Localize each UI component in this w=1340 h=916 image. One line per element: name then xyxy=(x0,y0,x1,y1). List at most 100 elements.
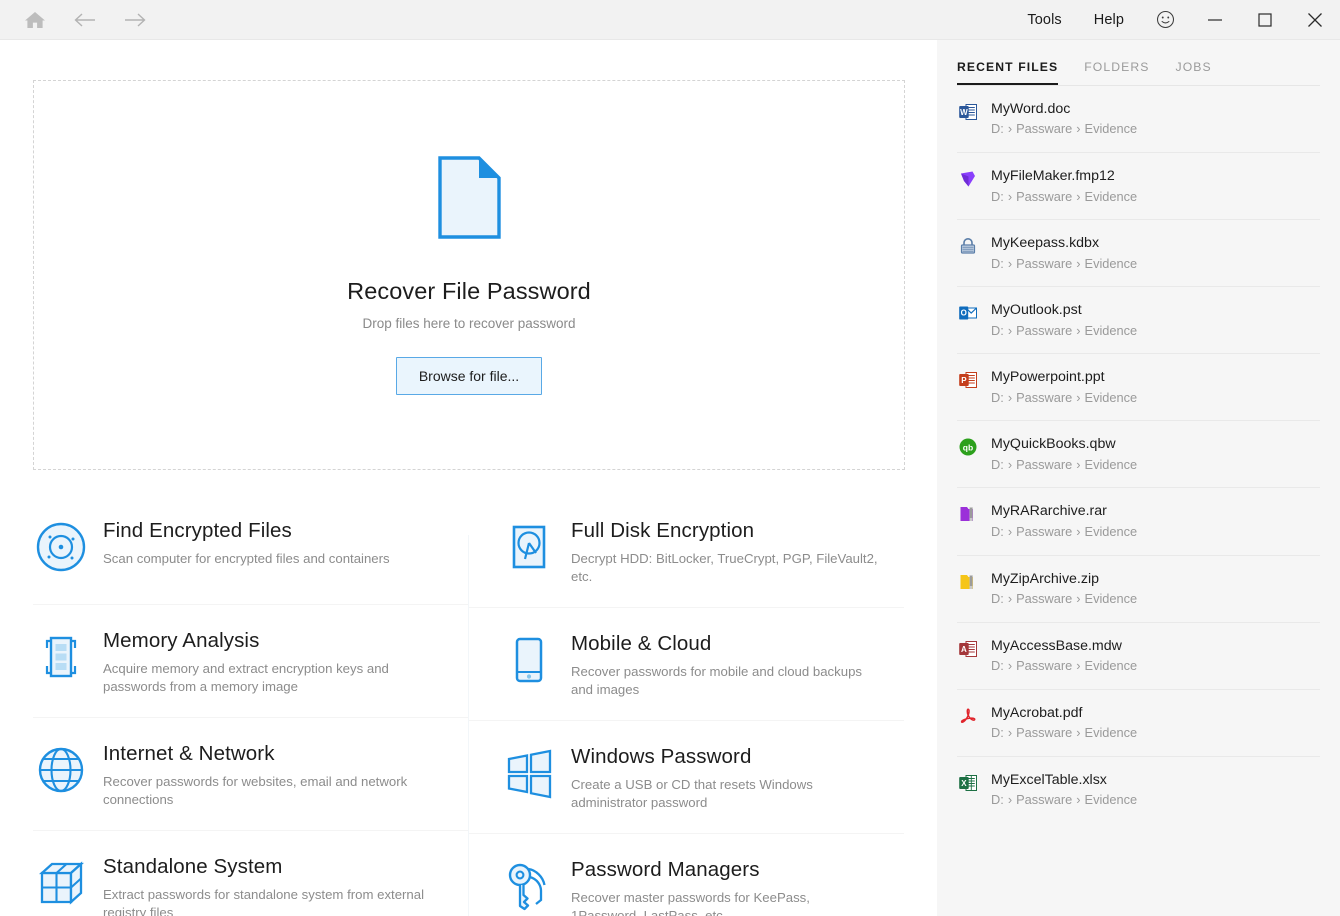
path-segment-1: Passware xyxy=(1016,121,1072,136)
zip-archive-icon xyxy=(957,571,979,593)
path-separator: › xyxy=(1072,457,1084,472)
tab-recent-files[interactable]: Recent Files xyxy=(957,60,1058,85)
path-separator: › xyxy=(1004,121,1016,136)
file-path: D:›Passware›Evidence xyxy=(991,524,1137,541)
right-sidebar: Recent Files Folders Jobs W xyxy=(937,40,1340,916)
tile-mobile-and-cloud[interactable]: Mobile & Cloud Recover passwords for mob… xyxy=(469,608,904,721)
recent-files-list: W MyWord.doc D:›Passware›Evidence xyxy=(937,86,1340,916)
drop-zone-subtitle: Drop files here to recover password xyxy=(362,316,575,331)
path-separator: › xyxy=(1072,256,1084,271)
tile-find-encrypted-files[interactable]: Find Encrypted Files Scan computer for e… xyxy=(33,495,468,605)
home-icon[interactable] xyxy=(22,7,48,33)
list-item[interactable]: MyFileMaker.fmp12 D:›Passware›Evidence xyxy=(957,153,1320,220)
close-icon[interactable] xyxy=(1290,0,1340,40)
file-meta: MyWord.doc D:›Passware›Evidence xyxy=(991,100,1137,138)
tile-description: Decrypt HDD: BitLocker, TrueCrypt, PGP, … xyxy=(571,550,880,587)
tile-title: Internet & Network xyxy=(103,742,433,766)
tab-folders[interactable]: Folders xyxy=(1084,60,1149,85)
path-separator: › xyxy=(1072,792,1084,807)
list-item[interactable]: W MyWord.doc D:›Passware›Evidence xyxy=(957,86,1320,153)
tab-jobs[interactable]: Jobs xyxy=(1176,60,1212,85)
path-separator: › xyxy=(1004,323,1016,338)
globe-icon xyxy=(33,742,89,798)
path-separator: › xyxy=(1072,323,1084,338)
access-file-icon: A xyxy=(957,638,979,660)
svg-text:qb: qb xyxy=(963,443,973,453)
filemaker-file-icon xyxy=(957,168,979,190)
path-drive: D: xyxy=(991,323,1004,338)
list-item[interactable]: O MyOutlook.pst D:›Passware›Evidence xyxy=(957,287,1320,354)
list-item[interactable]: P MyPowerpoint.ppt D:›Passware›Evidence xyxy=(957,354,1320,421)
file-name: MyZipArchive.zip xyxy=(991,570,1137,588)
file-name: MyWord.doc xyxy=(991,100,1137,118)
tile-internet-and-network[interactable]: Internet & Network Recover passwords for… xyxy=(33,718,468,831)
navigation-group xyxy=(0,7,148,33)
acrobat-file-icon xyxy=(957,705,979,727)
file-name: MyKeepass.kdbx xyxy=(991,234,1137,252)
window-body: Recover File Password Drop files here to… xyxy=(0,40,1340,916)
tile-title: Windows Password xyxy=(571,745,880,769)
path-segment-1: Passware xyxy=(1016,725,1072,740)
mobile-phone-icon xyxy=(501,632,557,688)
file-name: MyAccessBase.mdw xyxy=(991,637,1137,655)
file-meta: MyOutlook.pst D:›Passware›Evidence xyxy=(991,301,1137,339)
arrow-left-icon[interactable] xyxy=(72,7,98,33)
list-item[interactable]: MyAcrobat.pdf D:›Passware›Evidence xyxy=(957,690,1320,757)
path-segment-2: Evidence xyxy=(1085,725,1138,740)
list-item[interactable]: MyZipArchive.zip D:›Passware›Evidence xyxy=(957,556,1320,623)
path-separator: › xyxy=(1004,792,1016,807)
file-name: MyOutlook.pst xyxy=(991,301,1137,319)
file-path: D:›Passware›Evidence xyxy=(991,189,1137,206)
sidebar-tabs: Recent Files Folders Jobs xyxy=(937,40,1340,85)
tile-password-managers[interactable]: Password Managers Recover master passwor… xyxy=(469,834,904,916)
path-separator: › xyxy=(1004,658,1016,673)
main-content: Recover File Password Drop files here to… xyxy=(0,40,937,916)
file-path: D:›Passware›Evidence xyxy=(991,725,1137,742)
minimize-icon[interactable] xyxy=(1190,0,1240,40)
tile-title: Memory Analysis xyxy=(103,629,433,653)
path-separator: › xyxy=(1072,591,1084,606)
tile-title: Full Disk Encryption xyxy=(571,519,880,543)
list-item[interactable]: MyKeepass.kdbx D:›Passware›Evidence xyxy=(957,220,1320,287)
title-bar: Tools Help xyxy=(0,0,1340,40)
tile-text: Windows Password Create a USB or CD that… xyxy=(571,743,880,813)
path-drive: D: xyxy=(991,591,1004,606)
rar-archive-icon xyxy=(957,503,979,525)
path-separator: › xyxy=(1072,524,1084,539)
list-item[interactable]: A MyAccessBase.mdw D:›Passware›Evidence xyxy=(957,623,1320,690)
smiley-face-icon[interactable] xyxy=(1140,0,1190,40)
tile-standalone-system[interactable]: Standalone System Extract passwords for … xyxy=(33,831,468,916)
path-segment-1: Passware xyxy=(1016,323,1072,338)
path-separator: › xyxy=(1004,725,1016,740)
tile-memory-analysis[interactable]: Memory Analysis Acquire memory and extra… xyxy=(33,605,468,718)
application-window: Tools Help xyxy=(0,0,1340,916)
tile-windows-password[interactable]: Windows Password Create a USB or CD that… xyxy=(469,721,904,834)
tile-full-disk-encryption[interactable]: Full Disk Encryption Decrypt HDD: BitLoc… xyxy=(469,495,904,608)
arrow-right-icon[interactable] xyxy=(122,7,148,33)
path-segment-1: Passware xyxy=(1016,390,1072,405)
keys-icon xyxy=(501,858,557,914)
file-meta: MyQuickBooks.qbw D:›Passware›Evidence xyxy=(991,435,1137,473)
help-menu[interactable]: Help xyxy=(1078,0,1140,40)
browse-for-file-button[interactable]: Browse for file... xyxy=(396,357,542,395)
file-meta: MyAcrobat.pdf D:›Passware›Evidence xyxy=(991,704,1137,742)
path-segment-1: Passware xyxy=(1016,792,1072,807)
file-meta: MyFileMaker.fmp12 D:›Passware›Evidence xyxy=(991,167,1137,205)
tile-text: Standalone System Extract passwords for … xyxy=(103,853,433,916)
file-name: MyRARarchive.rar xyxy=(991,502,1137,520)
path-segment-2: Evidence xyxy=(1085,524,1138,539)
page-title: Recover File Password xyxy=(347,278,591,305)
path-segment-1: Passware xyxy=(1016,189,1072,204)
list-item[interactable]: X MyExcelTable.xlsx D:›Passware›Evidence xyxy=(957,757,1320,823)
list-item[interactable]: qb MyQuickBooks.qbw D:›Passware›Evidence xyxy=(957,421,1320,488)
svg-text:X: X xyxy=(961,779,967,788)
path-segment-1: Passware xyxy=(1016,457,1072,472)
file-meta: MyPowerpoint.ppt D:›Passware›Evidence xyxy=(991,368,1137,406)
list-item[interactable]: MyRARarchive.rar D:›Passware›Evidence xyxy=(957,488,1320,555)
tools-menu[interactable]: Tools xyxy=(1011,0,1077,40)
path-separator: › xyxy=(1004,524,1016,539)
file-drop-zone[interactable]: Recover File Password Drop files here to… xyxy=(33,80,905,470)
path-segment-2: Evidence xyxy=(1085,323,1138,338)
tile-column-left: Find Encrypted Files Scan computer for e… xyxy=(33,495,468,916)
maximize-icon[interactable] xyxy=(1240,0,1290,40)
